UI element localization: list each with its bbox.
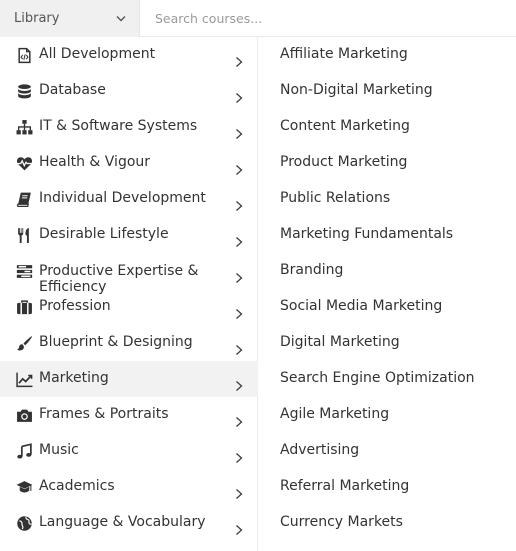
chevron-right-icon [234,377,246,392]
subcategory-item[interactable]: Public Relations [280,189,390,207]
chevron-right-icon [234,161,246,176]
category-item[interactable]: Health & Vigour [0,145,258,181]
line-chart-icon [15,370,33,388]
subcategory-item[interactable]: Search Engine Optimization [280,369,475,387]
category-item[interactable]: Productive Expertise & Efficiency [0,253,258,295]
category-item[interactable]: Music [0,433,258,469]
chevron-down-icon [103,15,139,22]
chevron-right-icon [234,305,246,320]
library-dropdown-label: Library [14,11,60,26]
library-dropdown[interactable]: Library [0,0,140,37]
search-input[interactable] [155,10,516,26]
category-label: Frames & Portraits [39,406,169,422]
chevron-right-icon [234,485,246,500]
category-label: Music [39,442,79,458]
sitemap-icon [15,118,33,136]
subcategory-item[interactable]: Content Marketing [280,117,410,135]
category-item[interactable]: Desirable Lifestyle [0,217,258,253]
chevron-right-icon [234,53,246,68]
category-item[interactable]: Academics [0,469,258,505]
chevron-right-icon [234,125,246,140]
category-item[interactable]: Database [0,73,258,109]
music-icon [15,442,33,460]
category-item[interactable]: Language & Vocabulary [0,505,258,541]
book-icon [15,190,33,208]
subcategory-item[interactable]: Digital Marketing [280,333,400,351]
category-label: IT & Software Systems [39,118,198,134]
chevron-right-icon [234,269,246,284]
subcategory-item[interactable]: Marketing Fundamentals [280,225,453,243]
chevron-right-icon [234,449,246,464]
category-item[interactable]: All Development [0,37,258,73]
subcategory-item[interactable]: Branding [280,261,343,279]
category-item[interactable]: Blueprint & Designing [0,325,258,361]
category-label: Individual Development [39,190,206,206]
tasks-icon [15,262,33,280]
camera-icon [15,406,33,424]
category-item[interactable]: Profession [0,289,258,325]
chevron-right-icon [234,341,246,356]
database-icon [15,82,33,100]
chevron-right-icon [234,233,246,248]
category-label: Academics [39,478,115,494]
category-item[interactable]: Individual Development [0,181,258,217]
paint-brush-icon [15,334,33,352]
chevron-right-icon [234,197,246,212]
category-label: Blueprint & Designing [39,334,193,350]
subcategory-item[interactable]: Non-Digital Marketing [280,81,433,99]
search-box [140,0,516,36]
heartbeat-icon [15,154,33,172]
category-item[interactable]: Marketing [0,361,258,397]
subcategory-item[interactable]: Currency Markets [280,513,403,531]
category-item[interactable]: IT & Software Systems [0,109,258,145]
subcategory-item[interactable]: Agile Marketing [280,405,389,423]
category-label: Health & Vigour [39,154,151,170]
category-label: Desirable Lifestyle [39,226,169,242]
category-list: All Development Database IT & Software Sys… [0,37,258,551]
subcategory-item[interactable]: Advertising [280,441,359,459]
chevron-right-icon [234,89,246,104]
category-label: Marketing [39,370,109,386]
category-label: Database [39,82,106,98]
top-bar: Library [0,0,516,37]
subcategory-item[interactable]: Referral Marketing [280,477,409,495]
category-label: Profession [39,298,111,314]
code-file-icon [15,46,33,64]
subcategory-item[interactable]: Product Marketing [280,153,407,171]
category-label: All Development [39,46,156,62]
subcategory-item[interactable]: Affiliate Marketing [280,45,408,63]
globe-icon [15,514,33,532]
subcategory-item[interactable]: Social Media Marketing [280,297,442,315]
cutlery-icon [15,226,33,244]
chevron-right-icon [234,413,246,428]
category-item[interactable]: Frames & Portraits [0,397,258,433]
graduation-cap-icon [15,478,33,496]
chevron-right-icon [234,521,246,536]
briefcase-icon [15,298,33,316]
category-label: Language & Vocabulary [39,514,206,530]
subcategory-list: Affiliate Marketing Non-Digital Marketing… [259,37,516,551]
